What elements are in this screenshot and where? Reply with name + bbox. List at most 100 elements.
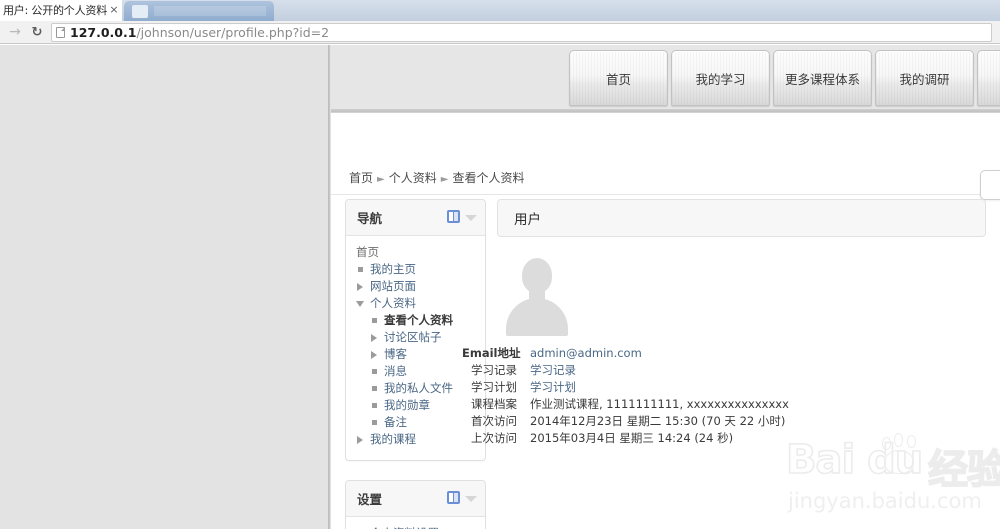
left-gutter xyxy=(0,45,330,529)
breadcrumb-item-view-profile[interactable]: 查看个人资料 xyxy=(452,171,524,185)
topnav-item-home[interactable]: 首页 xyxy=(569,50,668,106)
bullet-icon xyxy=(358,267,363,272)
watermark-url: jingyan.baidu.com xyxy=(788,489,982,513)
breadcrumb: 首页 ► 个人资料 ► 查看个人资料 xyxy=(349,169,524,186)
browser-toolbar: → ↻ 127.0.0.1/johnson/user/profile.php?i… xyxy=(0,21,1000,44)
detail-value[interactable]: admin@admin.com xyxy=(530,345,642,362)
page-title: 用户 xyxy=(514,212,541,228)
tab-close-icon[interactable]: × xyxy=(108,4,120,16)
browser-tab-active[interactable]: 用户: 公开的个人资料 xyxy=(0,0,122,21)
nav-item-2[interactable]: 网站页面 xyxy=(356,278,479,295)
nav-item-label[interactable]: 首页 xyxy=(356,245,379,259)
nav-item-label[interactable]: 博客 xyxy=(384,347,407,361)
block-navigation-title: 导航 xyxy=(357,211,383,226)
detail-value: 作业测试课程, 1111111111, xxxxxxxxxxxxxxx xyxy=(530,397,789,411)
detail-row: Email地址 admin@admin.com xyxy=(462,345,789,362)
dock-panel-icon[interactable] xyxy=(447,491,460,504)
watermark: Bai du 经验 jingyan.baidu.com xyxy=(785,433,1000,515)
nav-item-label[interactable]: 我的主页 xyxy=(370,262,416,276)
nav-item-0[interactable]: 首页 xyxy=(356,244,479,261)
block-settings-title: 设置 xyxy=(357,492,383,507)
user-panel-header: 用户 xyxy=(497,199,986,237)
settings-item-0[interactable]: 个人资料设置 xyxy=(356,525,479,529)
nav-item-11[interactable]: 我的课程 xyxy=(356,431,479,448)
block-navigation-header: 导航 xyxy=(346,200,485,236)
breadcrumb-item-profile[interactable]: 个人资料 xyxy=(389,171,437,185)
nav-item-10[interactable]: 备注 xyxy=(356,414,479,431)
tab-title-ghost xyxy=(154,6,266,16)
avatar-zone xyxy=(497,237,986,357)
breadcrumb-item-home[interactable]: 首页 xyxy=(349,171,373,185)
bullet-icon xyxy=(372,420,377,425)
page-document-icon xyxy=(56,26,65,38)
block-settings-actions xyxy=(447,491,477,504)
nav-item-label[interactable]: 查看个人资料 xyxy=(384,313,453,327)
nav-item-label[interactable]: 我的私人文件 xyxy=(384,381,453,395)
nav-item-label[interactable]: 网站页面 xyxy=(370,279,416,293)
detail-row: 课程档案 作业测试课程, 1111111111, xxxxxxxxxxxxxxx xyxy=(462,396,789,413)
settings-list: 个人资料设置编辑个人资料更改密码职位 xyxy=(356,525,479,529)
detail-label: 上次访问 xyxy=(471,431,517,445)
browser-tab-inactive[interactable] xyxy=(124,1,274,21)
nav-item-label[interactable]: 我的勋章 xyxy=(384,398,430,412)
content-area: 首页 ► 个人资料 ► 查看个人资料 导航 首页 我的主页 网站页面 个人资料 … xyxy=(331,112,1000,529)
avatar xyxy=(506,258,568,336)
topnav-item-my-study[interactable]: 我的学习 xyxy=(671,50,770,106)
chevron-down-icon[interactable] xyxy=(465,496,477,502)
nav-item-5[interactable]: 讨论区帖子 xyxy=(356,329,479,346)
detail-label: Email地址 xyxy=(462,346,521,360)
detail-label: 学习记录 xyxy=(471,363,517,377)
profile-details: Email地址 admin@admin.com 学习记录 学习记录学习计划 学习计划 课程… xyxy=(462,345,789,447)
dock-panel-icon[interactable] xyxy=(447,210,460,223)
url-host: 127.0.0.1 xyxy=(70,24,137,40)
top-nav-bar: 首页 我的学习 更多课程体系 我的调研 xyxy=(569,50,1000,106)
nav-item-3[interactable]: 个人资料 xyxy=(356,295,479,312)
url-path: /johnson/user/profile.php?id=2 xyxy=(136,24,330,40)
main-content: 用户 xyxy=(497,199,986,357)
chevron-down-icon[interactable] xyxy=(465,215,477,221)
detail-row: 上次访问 2015年03月4日 星期三 14:24 (24 秒) xyxy=(462,430,789,447)
block-navigation-actions xyxy=(447,210,477,223)
detail-value-link[interactable]: 学习计划 xyxy=(530,380,576,394)
nav-item-6[interactable]: 博客 xyxy=(356,346,479,363)
avatar-body-icon xyxy=(506,298,568,336)
block-settings-header: 设置 xyxy=(346,481,485,517)
nav-item-label[interactable]: 个人资料 xyxy=(370,296,416,310)
block-settings-body: 个人资料设置编辑个人资料更改密码职位 xyxy=(346,517,485,529)
chevron-right-icon xyxy=(371,351,377,359)
nav-item-label[interactable]: 备注 xyxy=(384,415,407,429)
breadcrumb-separator: ► xyxy=(377,174,385,185)
chevron-right-icon xyxy=(357,283,363,291)
forward-arrow-icon[interactable]: → xyxy=(4,22,26,42)
detail-row: 首次访问 2014年12月23日 星期二 15:30 (70 天 22 小时) xyxy=(462,413,789,430)
topnav-item-overflow[interactable] xyxy=(977,50,1000,106)
detail-value[interactable]: 学习计划 xyxy=(530,379,576,396)
detail-value-link[interactable]: admin@admin.com xyxy=(530,346,642,360)
chevron-right-icon xyxy=(371,334,377,342)
browser-window: 用户: 公开的个人资料 × → ↻ 127.0.0.1/johnson/user… xyxy=(0,0,1000,529)
breadcrumb-separator: ► xyxy=(440,174,449,185)
nav-item-9[interactable]: 我的勋章 xyxy=(356,397,479,414)
nav-item-7[interactable]: 消息 xyxy=(356,363,479,380)
nav-item-1[interactable]: 我的主页 xyxy=(356,261,479,278)
nav-item-label[interactable]: 消息 xyxy=(384,364,407,378)
detail-value: 2014年12月23日 星期二 15:30 (70 天 22 小时) xyxy=(530,414,786,428)
detail-label: 课程档案 xyxy=(471,397,517,411)
topnav-item-my-survey[interactable]: 我的调研 xyxy=(875,50,974,106)
chevron-down-icon xyxy=(356,301,364,307)
detail-row: 学习计划 学习计划 xyxy=(462,379,789,396)
detail-value-link[interactable]: 学习记录 xyxy=(530,363,576,377)
reload-icon[interactable]: ↻ xyxy=(26,22,48,42)
nav-item-4[interactable]: 查看个人资料 xyxy=(356,312,479,329)
nav-item-label[interactable]: 我的课程 xyxy=(370,432,416,446)
nav-item-label[interactable]: 讨论区帖子 xyxy=(384,330,442,344)
bullet-icon xyxy=(372,403,377,408)
paw-icon xyxy=(878,433,930,479)
address-bar[interactable]: 127.0.0.1/johnson/user/profile.php?id=2 xyxy=(51,22,992,42)
detail-value: 2015年03月4日 星期三 14:24 (24 秒) xyxy=(530,431,734,445)
nav-item-8[interactable]: 我的私人文件 xyxy=(356,380,479,397)
topnav-item-more-courses[interactable]: 更多课程体系 xyxy=(773,50,872,106)
favicon-icon xyxy=(132,5,148,18)
detail-value[interactable]: 学习记录 xyxy=(530,362,576,379)
search-box-partial[interactable] xyxy=(980,170,1000,200)
